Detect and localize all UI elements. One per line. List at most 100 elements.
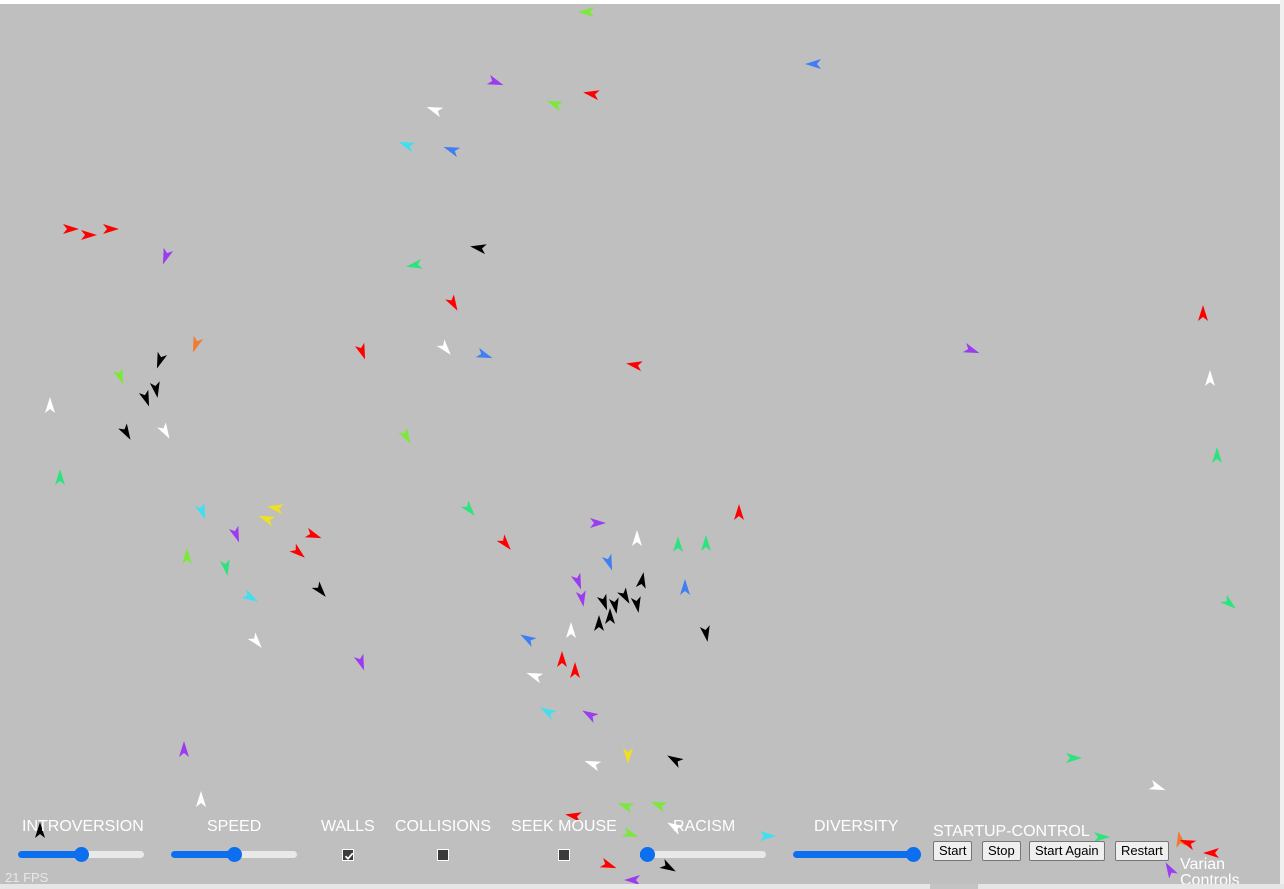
- boid-arrow: [353, 653, 365, 671]
- boid-arrow: [680, 579, 690, 595]
- boid-arrow: [1176, 831, 1187, 848]
- boid-arrow: [575, 590, 586, 607]
- boid-arrow: [196, 791, 206, 807]
- boid-arrow: [699, 625, 710, 642]
- stop-button[interactable]: Stop: [982, 841, 1021, 861]
- boid-arrow: [398, 141, 416, 153]
- boid-arrow: [557, 651, 567, 667]
- restart-button[interactable]: Restart: [1115, 841, 1169, 861]
- boid-arrow: [583, 90, 600, 101]
- boid-arrow: [667, 755, 684, 768]
- boid-arrow: [247, 632, 262, 648]
- boid-arrow: [605, 608, 615, 624]
- boid-arrow: [601, 553, 613, 571]
- walls-checkbox[interactable]: [342, 849, 354, 861]
- seek-mouse-label: SEEK MOUSE: [511, 818, 617, 835]
- boid-arrow: [496, 534, 511, 550]
- boid-arrow: [354, 342, 366, 360]
- boid-arrow: [112, 367, 124, 385]
- boid-arrow: [1212, 447, 1222, 463]
- introversion-slider[interactable]: [18, 847, 144, 862]
- boid-arrow: [1220, 594, 1236, 609]
- boid-arrow: [621, 826, 639, 838]
- boid-arrow: [526, 672, 544, 684]
- scrollbar-thumb[interactable]: [930, 884, 978, 889]
- boid-arrow: [162, 247, 174, 265]
- boid-arrow: [443, 146, 461, 158]
- walls-label: WALLS: [321, 818, 375, 835]
- boid-arrow: [406, 258, 423, 269]
- boid-arrow: [194, 502, 206, 520]
- boid-arrow: [805, 59, 821, 69]
- boid-arrow: [45, 397, 55, 413]
- boid-arrow: [475, 347, 493, 359]
- boid-arrow: [635, 572, 646, 589]
- boid-arrow: [1165, 862, 1178, 879]
- boid-arrow: [632, 530, 642, 546]
- boid-arrow: [192, 335, 204, 353]
- boid-arrow: [103, 224, 119, 234]
- boid-arrow: [1198, 305, 1208, 321]
- diversity-slider[interactable]: [793, 847, 921, 862]
- boid-arrow: [570, 662, 580, 678]
- introversion-label: INTROVERSION: [22, 818, 144, 835]
- varian-controls-link[interactable]: Varian Controls: [1180, 857, 1250, 885]
- boid-arrow: [311, 581, 326, 597]
- boid-arrow: [596, 593, 608, 611]
- horizontal-scrollbar[interactable]: [0, 884, 1284, 889]
- speed-slider[interactable]: [171, 847, 297, 862]
- boid-arrow: [445, 294, 458, 311]
- boid-arrow: [520, 634, 537, 647]
- boid-arrow: [760, 831, 776, 841]
- vertical-scrollbar[interactable]: [1280, 0, 1284, 884]
- boid-arrow: [267, 504, 284, 515]
- boid-arrow: [701, 535, 711, 551]
- boid-arrow: [258, 515, 276, 527]
- boid-arrow: [673, 536, 683, 552]
- startup-control-label: STARTUP-CONTROL: [933, 823, 1090, 840]
- boid-arrow: [470, 244, 487, 255]
- boid-arrow: [962, 342, 980, 354]
- boid-arrow: [304, 527, 322, 539]
- boid-arrow: [486, 74, 504, 86]
- boid-arrow: [623, 748, 633, 764]
- fps-counter: 21 FPS: [5, 870, 49, 884]
- boid-arrow: [540, 707, 557, 720]
- boid-arrow: [138, 389, 150, 407]
- boid-arrow: [460, 500, 475, 516]
- boid-arrow: [55, 469, 65, 485]
- boid-arrow: [1205, 370, 1215, 386]
- boid-arrow: [182, 548, 192, 564]
- boid-arrow: [63, 224, 79, 234]
- boid-arrow: [734, 504, 744, 520]
- boid-arrow: [599, 857, 617, 869]
- boid-arrow: [426, 106, 444, 118]
- diversity-label: DIVERSITY: [814, 818, 899, 835]
- collisions-label: COLLISIONS: [395, 818, 492, 835]
- start-button[interactable]: Start: [933, 841, 973, 861]
- racism-slider[interactable]: [640, 847, 766, 862]
- boid-arrow: [630, 596, 641, 613]
- boid-arrow: [659, 859, 676, 872]
- boid-arrow: [398, 427, 411, 444]
- speed-label: SPEED: [207, 818, 262, 835]
- boid-arrow: [624, 875, 640, 884]
- boid-arrow: [546, 100, 564, 112]
- simulation-canvas[interactable]: INTROVERSION SPEED WALLS COLLISIONS SEEK…: [0, 4, 1280, 884]
- boid-arrow: [578, 7, 594, 17]
- check-icon: [344, 852, 354, 861]
- boid-arrow: [566, 622, 576, 638]
- boid-arrow: [582, 710, 599, 723]
- boid-arrow: [179, 741, 189, 757]
- boid-arrow: [219, 559, 230, 576]
- boid-arrow: [1066, 753, 1082, 763]
- seek-mouse-checkbox[interactable]: [558, 849, 570, 861]
- boid-arrow: [118, 423, 131, 440]
- collisions-checkbox[interactable]: [437, 849, 449, 861]
- boid-arrow: [626, 361, 643, 372]
- boid-arrow: [289, 543, 305, 558]
- boids-layer: [35, 7, 1236, 884]
- boid-arrow: [81, 230, 97, 240]
- start-again-button[interactable]: Start Again: [1029, 841, 1105, 861]
- boid-arrow: [157, 422, 170, 439]
